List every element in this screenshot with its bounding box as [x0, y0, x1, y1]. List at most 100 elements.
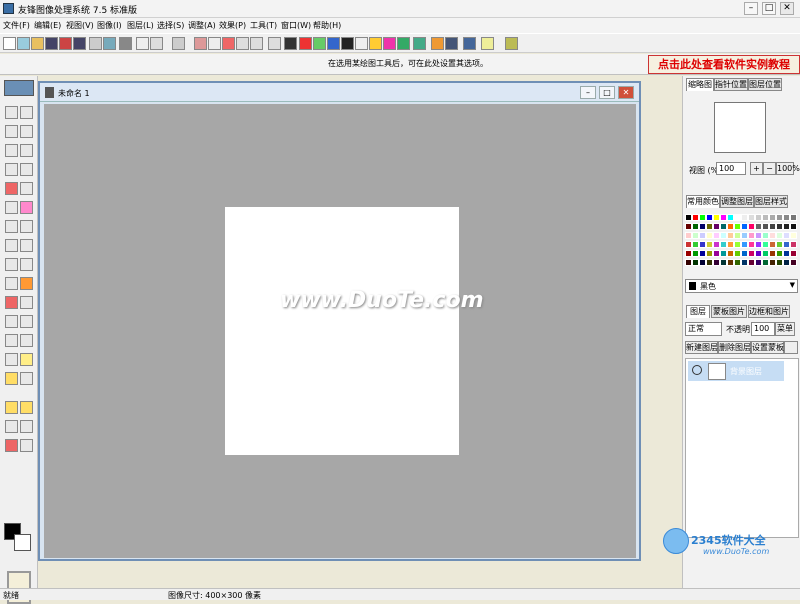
set-mask-button[interactable]: 设置蒙板 [751, 341, 784, 354]
color-swatch[interactable] [685, 241, 692, 248]
navigator-preview[interactable] [714, 102, 766, 153]
color-swatch[interactable] [783, 223, 790, 230]
eyedropper-tool-icon[interactable] [5, 334, 18, 347]
color-swatch[interactable] [706, 241, 713, 248]
rect-select-tool-icon[interactable] [5, 106, 18, 119]
rectangle-shape-tool-icon[interactable] [5, 239, 18, 252]
color-swatch[interactable] [706, 214, 713, 221]
color-swatch[interactable] [769, 241, 776, 248]
color-swatch[interactable] [727, 223, 734, 230]
color-swatch[interactable] [762, 214, 769, 221]
color-swatch[interactable] [790, 223, 797, 230]
image-canvas[interactable] [225, 207, 459, 455]
color-swatch[interactable] [720, 232, 727, 239]
color-swatch[interactable] [769, 214, 776, 221]
menu-tools[interactable]: 工具(T) [250, 20, 277, 31]
color-swatch[interactable] [741, 250, 748, 257]
color-swatch[interactable] [769, 232, 776, 239]
color-swatch[interactable] [783, 250, 790, 257]
select-all-icon[interactable] [222, 37, 235, 50]
preview-thumbnail[interactable] [4, 80, 34, 96]
curves-icon[interactable] [327, 37, 340, 50]
scan-icon[interactable] [89, 37, 102, 50]
color-swatch[interactable] [727, 259, 734, 266]
menu-layer[interactable]: 图层(L) [127, 20, 154, 31]
color-swatch[interactable] [685, 250, 692, 257]
menu-file[interactable]: 文件(F) [3, 20, 30, 31]
color-swatch[interactable] [755, 241, 762, 248]
tips-icon[interactable] [481, 37, 494, 50]
help-icon[interactable] [505, 37, 518, 50]
tab-pointer-position[interactable]: 指针位置 [714, 78, 748, 91]
color-swatch[interactable] [769, 223, 776, 230]
straight-line-tool-icon[interactable] [20, 258, 33, 271]
new-file-icon[interactable] [3, 37, 16, 50]
window-maximize-button[interactable]: □ [762, 2, 776, 15]
color-swatch[interactable] [692, 214, 699, 221]
save-as-icon[interactable] [59, 37, 72, 50]
color-swatch[interactable] [720, 214, 727, 221]
color-swatch[interactable] [741, 214, 748, 221]
deselect-icon[interactable] [236, 37, 249, 50]
color-swatch[interactable] [699, 250, 706, 257]
color-swatch[interactable] [755, 250, 762, 257]
color-swatch[interactable] [776, 259, 783, 266]
menu-select[interactable]: 选择(S) [157, 20, 184, 31]
color-swatch[interactable] [692, 223, 699, 230]
tab-common-colors[interactable]: 常用颜色 [686, 195, 720, 208]
frame-icon[interactable] [431, 37, 444, 50]
color-swatch[interactable] [706, 223, 713, 230]
line-tool-icon[interactable] [20, 182, 33, 195]
color-swatch[interactable] [790, 250, 797, 257]
color-swatch[interactable] [762, 259, 769, 266]
save-icon[interactable] [45, 37, 58, 50]
color-swatch[interactable] [762, 250, 769, 257]
hue-icon[interactable] [383, 37, 396, 50]
menu-help[interactable]: 帮助(H) [313, 20, 341, 31]
zoom-input[interactable]: 100 [716, 162, 746, 175]
color-swatch[interactable] [727, 232, 734, 239]
new-layer-button[interactable]: 新建图层 [685, 341, 718, 354]
eye-icon[interactable] [692, 365, 702, 375]
color-swatch[interactable] [734, 232, 741, 239]
lasso-tool-icon[interactable] [5, 144, 18, 157]
zoom-100-button[interactable]: 100% [776, 162, 800, 175]
color-swatch[interactable] [790, 241, 797, 248]
color-swatch[interactable] [692, 241, 699, 248]
document-close-button[interactable]: ✕ [618, 86, 634, 99]
tab-borders-images[interactable]: 边框和图片 [748, 305, 790, 318]
print-icon[interactable] [119, 37, 132, 50]
color-swatch[interactable] [734, 250, 741, 257]
color-swatch[interactable] [748, 241, 755, 248]
lighten-tool-icon[interactable] [5, 372, 18, 385]
calendar-icon[interactable] [445, 37, 458, 50]
window-close-button[interactable]: ✕ [780, 2, 794, 15]
color-swatch[interactable] [720, 250, 727, 257]
color-swatch[interactable] [748, 214, 755, 221]
smudge-tool-icon[interactable] [20, 439, 33, 452]
color-swatch[interactable] [734, 223, 741, 230]
color-swatch[interactable] [755, 223, 762, 230]
color-swatch[interactable] [720, 223, 727, 230]
color-swatch[interactable] [699, 214, 706, 221]
zoom-tool-icon[interactable] [5, 353, 18, 366]
color-swatch[interactable] [734, 259, 741, 266]
color-swatch[interactable] [685, 259, 692, 266]
polygon-shape-tool-icon[interactable] [5, 277, 18, 290]
menu-edit[interactable]: 编辑(E) [34, 20, 61, 31]
layer-row[interactable]: 背景图层 [688, 361, 784, 381]
opacity-input[interactable]: 100 [751, 322, 775, 336]
eraser-tool-icon[interactable] [20, 296, 33, 309]
menu-window[interactable]: 窗口(W) [281, 20, 311, 31]
color-swatch[interactable] [706, 250, 713, 257]
contrast-icon[interactable] [369, 37, 382, 50]
color-swatch[interactable] [783, 214, 790, 221]
color-swatch[interactable] [713, 241, 720, 248]
camera-icon[interactable] [103, 37, 116, 50]
color-swatch[interactable] [776, 232, 783, 239]
color-swatch[interactable] [762, 232, 769, 239]
color-swatch[interactable] [699, 259, 706, 266]
fullscreen-icon[interactable] [284, 37, 297, 50]
blur-tool-icon[interactable] [20, 401, 33, 414]
clone-tool-icon[interactable] [5, 439, 18, 452]
